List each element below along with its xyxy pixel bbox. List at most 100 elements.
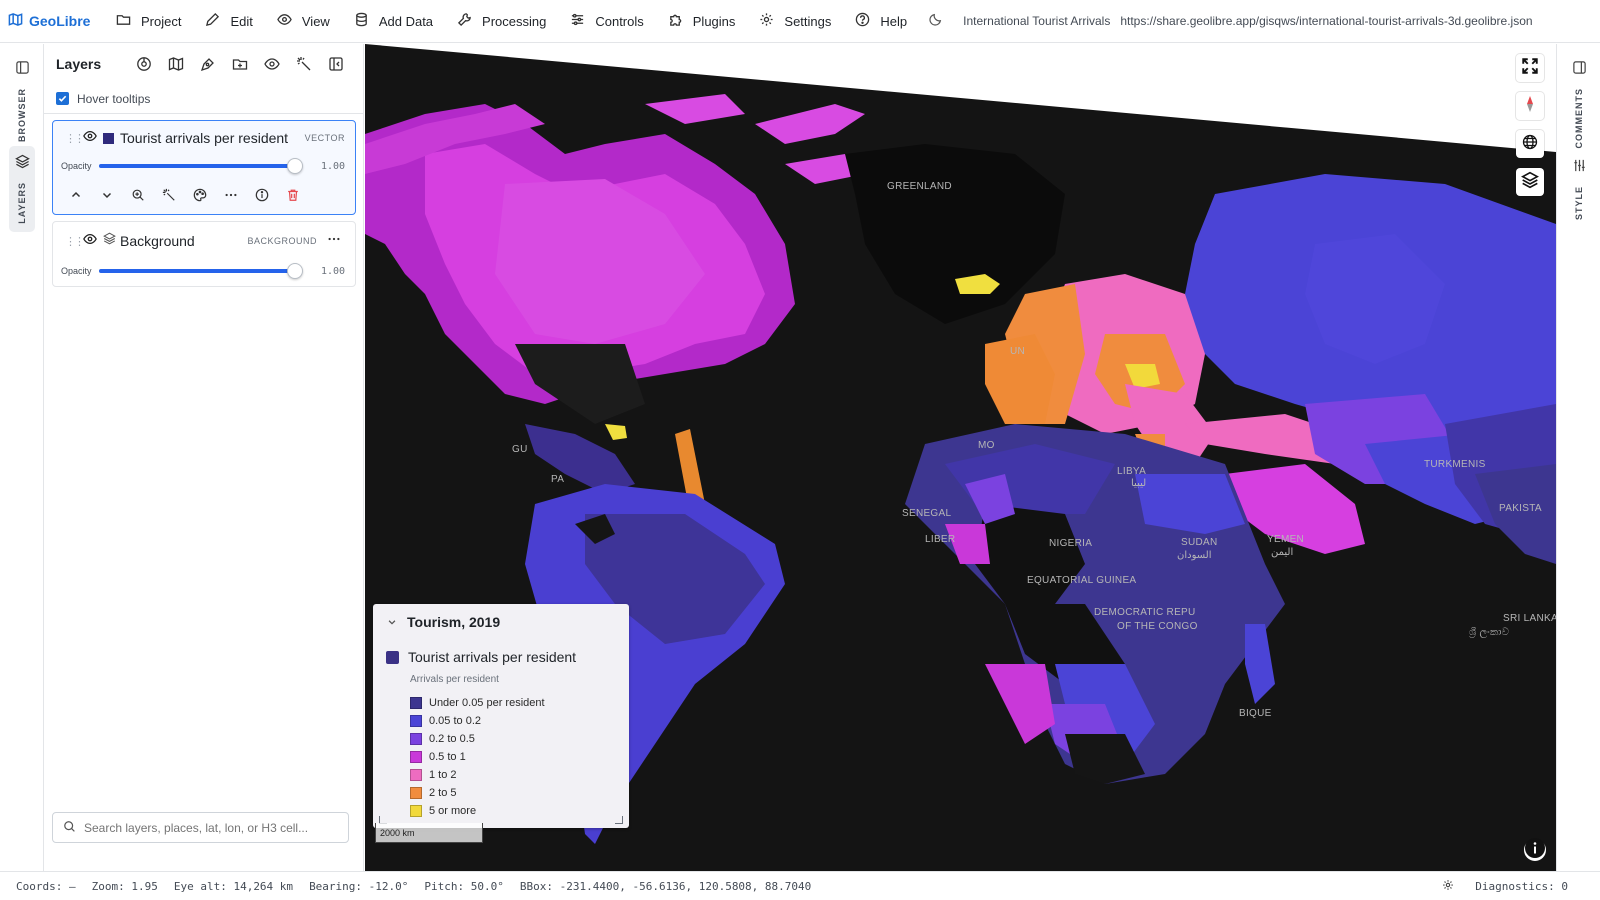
chevron-down-icon[interactable]	[387, 614, 397, 630]
menu-controls[interactable]: Controls	[558, 0, 655, 43]
menu-processing[interactable]: Processing	[445, 0, 558, 43]
map-label-pakistan: PAKISTA	[1499, 503, 1542, 514]
fullscreen-button[interactable]	[1516, 54, 1544, 82]
menu-plugins[interactable]: Plugins	[656, 0, 748, 43]
menubar: GeoLibre Project Edit View Add Data Proc…	[0, 0, 1600, 43]
theme-toggle[interactable]	[919, 0, 953, 43]
layers-panel-header: Layers	[44, 44, 363, 84]
opacity-value: 1.00	[321, 265, 346, 277]
folder-icon	[116, 12, 131, 30]
map-label-yemen-ar: اليمن	[1271, 547, 1294, 558]
resize-corner-icon[interactable]	[615, 816, 623, 824]
compass-button[interactable]	[1516, 92, 1544, 120]
layer-search-box[interactable]	[52, 812, 349, 843]
add-folder-icon[interactable]	[230, 55, 249, 74]
layer-actions	[53, 177, 355, 213]
tab-layers[interactable]: LAYERS	[9, 146, 35, 232]
opacity-label: Opacity	[61, 161, 92, 171]
layer-color-swatch	[103, 132, 114, 144]
menu-edit[interactable]: Edit	[193, 0, 264, 43]
legend-entry-label: 5 or more	[429, 805, 477, 817]
menu-add-data[interactable]: Add Data	[342, 0, 445, 43]
tab-browser[interactable]: BROWSER	[9, 52, 35, 150]
map-label-liberia: LIBER	[925, 534, 956, 545]
brand[interactable]: GeoLibre	[0, 12, 104, 30]
visibility-eye-icon[interactable]	[262, 55, 281, 74]
tab-comments[interactable]: COMMENTS	[1566, 52, 1592, 157]
tab-browser-label: BROWSER	[17, 88, 27, 142]
opacity-slider[interactable]	[99, 158, 303, 174]
search-input[interactable]	[84, 820, 334, 835]
map-label-panama: PA	[551, 474, 565, 485]
status-bearing: Bearing: -12.0°	[309, 879, 409, 893]
brand-name: GeoLibre	[29, 13, 91, 29]
draw-pen-icon[interactable]	[198, 55, 217, 74]
more-options-icon[interactable]	[327, 232, 341, 251]
legend-entry: 1 to 2	[410, 766, 629, 784]
map-canvas[interactable]: GREENLAND LIBYA ليبيا SUDAN السودان NIGE…	[365, 44, 1556, 871]
tab-style[interactable]: STYLE	[1566, 150, 1592, 228]
move-up-icon[interactable]	[68, 187, 84, 203]
magic-select-icon[interactable]	[294, 55, 313, 74]
move-down-icon[interactable]	[99, 187, 115, 203]
legend-entry-label: 1 to 2	[429, 769, 457, 781]
legend-entry-label: 0.5 to 1	[429, 751, 466, 763]
opacity-slider-thumb[interactable]	[287, 158, 303, 174]
zoom-to-layer-icon[interactable]	[130, 187, 146, 203]
map-label-drc-2: OF THE CONGO	[1117, 621, 1198, 632]
layer-visibility-eye-icon[interactable]	[83, 232, 97, 251]
delete-layer-icon[interactable]	[285, 187, 301, 203]
status-bbox: BBox: -231.4400, -56.6136, 120.5808, 88.…	[519, 879, 812, 893]
legend-entry: 2 to 5	[410, 784, 629, 802]
legend-header[interactable]: Tourism, 2019	[373, 604, 629, 640]
attribution-button[interactable]	[1524, 837, 1546, 864]
legend-subtitle: Arrivals per resident	[410, 674, 499, 685]
gear-icon	[759, 12, 774, 30]
layer-card-header: ⋮⋮ Tourist arrivals per resident VECTOR	[53, 121, 355, 155]
collapse-panel-icon[interactable]	[326, 55, 345, 74]
diagnostics-button[interactable]: Diagnostics: 0	[1442, 879, 1584, 894]
legend-entry-label: 0.05 to 0.2	[429, 715, 481, 727]
map-label-libya-ar: ليبيا	[1131, 478, 1147, 489]
layer-info-icon[interactable]	[254, 187, 270, 203]
legend-entry-swatch	[410, 751, 422, 763]
status-coords: Coords: —	[16, 879, 76, 893]
pencil-icon	[205, 12, 220, 30]
menu-settings[interactable]: Settings	[747, 0, 843, 43]
layer-card-header: ⋮⋮ Background BACKGROUND	[53, 222, 355, 260]
layers-stack-icon	[14, 154, 30, 174]
legend-entry: Under 0.05 per resident	[410, 694, 629, 712]
layer-card-background[interactable]: ⋮⋮ Background BACKGROUND Opacity 1.00	[52, 221, 356, 287]
map-add-icon[interactable]	[166, 55, 185, 74]
legend-entry-swatch	[410, 769, 422, 781]
layer-visibility-eye-icon[interactable]	[83, 129, 97, 148]
hover-tooltips-label: Hover tooltips	[77, 91, 151, 106]
globe-button[interactable]	[1516, 130, 1544, 158]
diagnostics-label: Diagnostics: 0	[1475, 879, 1568, 893]
menu-project-label: Project	[141, 13, 182, 29]
map-logo-icon	[8, 12, 23, 30]
layer-card-tourist-arrivals[interactable]: ⋮⋮ Tourist arrivals per resident VECTOR …	[52, 120, 356, 215]
info-icon	[1524, 837, 1546, 864]
project-url[interactable]: https://share.geolibre.app/gisqws/intern…	[1120, 14, 1552, 28]
map-label-drc-1: DEMOCRATIC REPU	[1094, 607, 1196, 618]
hover-tooltips-checkbox[interactable]	[56, 92, 69, 105]
select-features-icon[interactable]	[161, 187, 177, 203]
map-label-libya: LIBYA	[1117, 466, 1147, 477]
layer-switcher-button[interactable]	[1516, 168, 1544, 196]
hover-tooltips-toggle[interactable]: Hover tooltips	[44, 84, 363, 114]
opacity-slider[interactable]	[99, 263, 303, 279]
legend-entry-swatch	[410, 787, 422, 799]
menu-help[interactable]: Help	[843, 0, 919, 43]
menu-project[interactable]: Project	[104, 0, 193, 43]
more-options-icon[interactable]	[223, 187, 239, 203]
drag-handle-icon[interactable]: ⋮⋮	[65, 132, 85, 145]
menu-controls-label: Controls	[595, 13, 644, 29]
menu-view[interactable]: View	[265, 0, 342, 43]
wrench-icon	[457, 12, 472, 30]
opacity-slider-thumb[interactable]	[287, 263, 303, 279]
add-basemap-icon[interactable]	[134, 55, 153, 74]
sliders-icon	[1572, 158, 1587, 178]
style-palette-icon[interactable]	[192, 187, 208, 203]
drag-handle-icon[interactable]: ⋮⋮	[65, 235, 85, 248]
